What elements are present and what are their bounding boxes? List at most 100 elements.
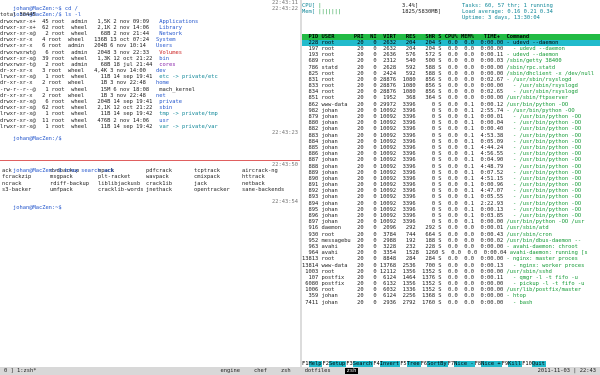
process-command: - nginx: worker proces: [506, 262, 585, 269]
process-command: - /usr/bin/python -OO: [506, 114, 582, 120]
process-stats: 879 johan 20 0 10092 3396 0 S 0.0 0.1 0:…: [302, 114, 507, 120]
process-stats: 6080 postfix 20 0 6132 1356 1352 S 0.0 0…: [302, 281, 507, 288]
process-command: - /usr/bin/python -OO: [506, 163, 582, 170]
process-stats: 13813 root 20 0 8848 284 284 S 0.0 0.0 0…: [302, 256, 507, 263]
ls-entry-meta: drwxrwxr-x+: [0, 18, 36, 25]
process-stats: 786 statd 20 0 2628 592 588 S 0.0 0.0 0:…: [302, 64, 507, 71]
process-stats: 888 johan 20 0 10092 3396 0 S 0.0 0.1 4:…: [302, 163, 507, 170]
ls-entry-meta: drwxr-xr-x: [0, 43, 33, 50]
ls-entry-name: Library: [159, 24, 182, 31]
ls-entry-name: var -> private/var: [159, 123, 218, 130]
process-command: /sbin/dhclient -x /dev/null: [506, 70, 595, 77]
process-stats: 7411 johan 20 0 2936 2792 1760 S 0.0 0.0…: [302, 299, 507, 306]
ls-entry-name: usr: [159, 117, 170, 124]
process-stats: 964 avahi 20 0 3354 1528 1260 S 0.0 0.0 …: [302, 250, 510, 257]
ls-entry-name: sbin: [159, 105, 173, 112]
ls-entry-meta: drwxr-xr-x+: [0, 24, 36, 31]
process-stats: 892 johan 20 0 10092 3396 0 S 0.0 0.1 4:…: [302, 188, 507, 195]
tmux-window-tab[interactable]: dotfiles: [305, 368, 331, 374]
brew-result: cracklib-words: [98, 186, 144, 193]
ls-entry-name: bin: [159, 55, 170, 62]
terminal-pane-brew[interactable]: johan@MacZen:~$ brew search ack 22:43:50…: [0, 162, 300, 367]
process-command: - /usr/bin/python -OO: [506, 144, 582, 151]
process-command: - udevd --daemon: [506, 52, 559, 59]
process-command: /sbin/rpc.statd: [506, 64, 556, 71]
process-command: - /usr/bin/python -OO: [506, 175, 582, 182]
prompt-line[interactable]: johan@MacZen:/$ 22:43:23: [0, 129, 300, 142]
process-stats: 882 johan 20 0 10092 3396 0 S 0.0 0.1 0:…: [302, 126, 507, 133]
process-stats: 893 johan 20 0 10092 3396 0 S 0.0 0.1 0:…: [302, 194, 507, 201]
process-command: /usr/sbin/cron: [506, 231, 552, 238]
ls-entry-name: Network: [159, 30, 182, 37]
process-command: - udevd --daemon: [506, 39, 559, 46]
process-stats: 107 postfix 20 0 6124 1464 1376 S 0.0 0.…: [302, 274, 507, 281]
brew-result: jnethack: [146, 186, 172, 193]
process-stats: 952 messagebu 20 0 2988 192 188 S 0.0 0.…: [302, 237, 507, 244]
process-command: /usr/bin/dbus-daemon --: [506, 237, 582, 244]
process-stats: 193 root 20 0 2636 576 572 S 0.0 0.0 0:0…: [302, 52, 507, 59]
process-command: - /usr/sbin/rsyslogd: [506, 76, 572, 83]
ls-entry-meta: drwxr-xr-x@: [0, 30, 36, 37]
terminal-pane-htop[interactable]: CPU[ | 3.4%] Tasks: 60, 57 thr; 1 runnin…: [302, 0, 600, 367]
tmux-status-bar: 0 ] 1:zsh* engine chef zsh dotfiles zsh 2011…: [0, 367, 600, 375]
brew-result: sane-backends: [242, 186, 285, 193]
process-command: /usr/sbin/atd: [506, 225, 549, 232]
tmux-window-tab[interactable]: zsh: [344, 367, 359, 375]
cpu-meter-label: CPU[: [302, 3, 315, 9]
process-stats: 880 johan 20 0 10092 3396 0 S 0.0 0.1 0:…: [302, 120, 507, 127]
prompt-text: johan@MacZen:/$: [12, 136, 62, 143]
process-stats: 359 johan 20 0 6124 2256 1368 S 0.0 0.0 …: [302, 293, 507, 300]
process-command: /usr/bin/python -OO /usr: [506, 219, 585, 226]
ls-entry-name: dev: [156, 68, 166, 75]
horizontal-pane-divider[interactable]: [0, 160, 300, 161]
status-clock: 2011-11-03 | 22:43: [537, 367, 596, 374]
process-stats: 862 www-data 20 0 29972 3396 0 S 0.0 0.1…: [302, 101, 507, 108]
prompt-text: johan@MacZen:~$ brew search ack: [12, 168, 114, 175]
process-stats: 930 root 20 0 3784 744 664 S 0.0 0.0 0:0…: [302, 231, 507, 238]
process-command: - pickup -l -t fifo -u: [506, 281, 585, 288]
process-command: /usr/bin/python -OO: [506, 101, 569, 108]
cpu-meter-bar: |: [318, 3, 322, 9]
process-command: - udevd --daemon: [506, 45, 565, 52]
ls-listing: drwxrwxr-x+ 45 root admin 1,5K 2 nov 09:09 App…: [0, 19, 300, 130]
ls-entry-meta: lrwxr-xr-x@: [0, 111, 36, 118]
tmux-window-tab[interactable]: chef: [254, 368, 267, 374]
ls-entry-name: etc -> private/etc: [159, 74, 218, 81]
ls-entry-meta: lrwxr-xr-x@: [0, 123, 36, 130]
process-stats: 834 root 20 0 28876 1080 856 S 0.0 0.0 0…: [302, 89, 507, 96]
process-stats: 851 root 20 0 1952 368 364 S 0.0 0.0 0:0…: [302, 95, 507, 102]
process-command: - /usr/bin/python -OO: [506, 194, 582, 201]
process-command: /sbin/getty 38400: [506, 58, 562, 65]
process-stats: 885 johan 20 0 10092 3396 0 S 0.0 0.1 4:…: [302, 144, 507, 151]
ls-entry-meta: dr-xr-xr-x: [0, 68, 33, 75]
process-stats: 982 johan 20 0 10092 3396 0 S 0.0 0.1 2:…: [302, 107, 507, 114]
prompt-text: johan@MacZen:~$: [12, 205, 62, 212]
process-stats: 1006 root 20 0 6032 1336 1352 S 0.0 0.0 …: [302, 287, 507, 294]
process-command: - bash: [506, 299, 533, 306]
ls-entry-meta: -rw-r--r--@: [0, 86, 36, 93]
terminal-pane-ls[interactable]: johan@MacZen:~$ cd / 22:43:11 johan@MacZ…: [0, 0, 300, 160]
process-row[interactable]: 7411 johan 20 0 2936 2792 1760 S 0.0 0.0…: [302, 300, 600, 306]
process-stats: 895 johan 20 0 10092 3396 0 S 0.0 0.1 0:…: [302, 206, 507, 213]
process-stats: 825 root 20 0 2424 592 588 S 0.0 0.0 0:0…: [302, 70, 507, 77]
process-table[interactable]: 228 root 20 0 2632 204 204 S 0.0 0.0 0:0…: [302, 39, 600, 306]
process-command: - htop: [506, 293, 526, 300]
prompt-time: 22:43:23: [272, 129, 298, 136]
process-stats: 883 johan 20 0 10092 3396 0 S 0.0 0.1 4:…: [302, 132, 507, 139]
process-command: - avahi-daemon: chroot: [506, 243, 578, 250]
process-stats: 886 johan 20 0 10092 3396 0 S 0.0 0.1 4:…: [302, 151, 507, 158]
tmux-window-tab[interactable]: zsh: [281, 368, 291, 374]
process-stats: 833 root 20 0 28876 1080 856 S 0.0 0.0 0…: [302, 83, 507, 90]
process-stats: 963 avahi 20 0 3228 232 228 S 0.0 0.0 0:…: [302, 243, 507, 250]
ls-entry-name: cores: [159, 61, 176, 68]
tmux-window-tab[interactable]: engine: [220, 368, 239, 374]
process-command: - /usr/bin/python -OO: [506, 138, 582, 145]
ls-entry-meta: dr-xr-xr-x: [0, 80, 33, 87]
uptime-line: Uptime: 3 days, 13:30:04: [302, 15, 600, 21]
prompt-line[interactable]: johan@MacZen:~$ 22:43:54: [0, 199, 300, 211]
process-stats: 13814 www-data 20 0 13768 2536 700 S 0.0…: [302, 262, 507, 269]
process-stats: 897 johan 20 0 10092 3396 0 S 0.0 0.1 0:…: [302, 219, 507, 226]
process-command: - /usr/bin/python -OO: [506, 213, 582, 219]
process-command: - /usr/bin/python -OO: [506, 107, 575, 114]
ls-entry-name: System: [156, 37, 176, 44]
